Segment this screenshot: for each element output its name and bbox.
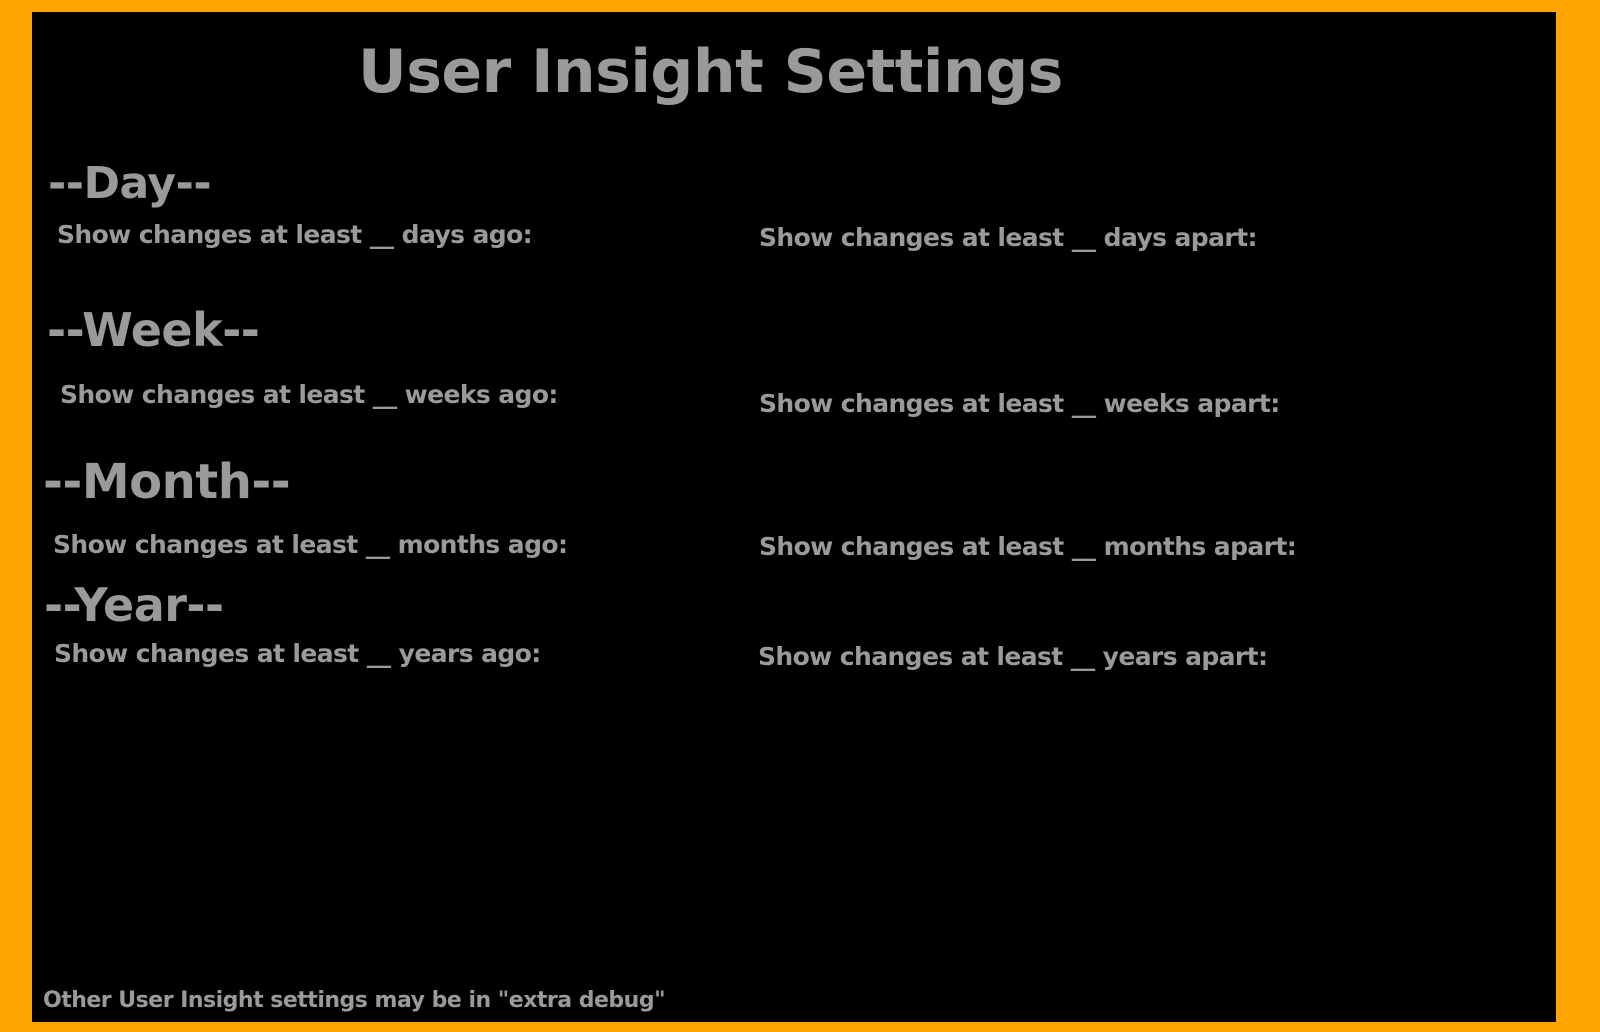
day-changes-apart-setting[interactable]: Show changes at least __ days apart: bbox=[759, 225, 1257, 250]
settings-panel: User Insight Settings --Day-- Show chang… bbox=[32, 12, 1556, 1022]
page-title: User Insight Settings bbox=[358, 37, 1063, 107]
year-changes-apart-setting[interactable]: Show changes at least __ years apart: bbox=[758, 644, 1268, 669]
section-heading-week: --Week-- bbox=[47, 303, 260, 357]
year-changes-ago-setting[interactable]: Show changes at least __ years ago: bbox=[54, 641, 541, 666]
day-changes-ago-setting[interactable]: Show changes at least __ days ago: bbox=[57, 222, 533, 247]
month-changes-ago-setting[interactable]: Show changes at least __ months ago: bbox=[53, 532, 568, 557]
month-changes-apart-setting[interactable]: Show changes at least __ months apart: bbox=[759, 534, 1297, 559]
week-changes-apart-setting[interactable]: Show changes at least __ weeks apart: bbox=[759, 391, 1280, 416]
section-heading-month: --Month-- bbox=[43, 454, 291, 510]
section-heading-day: --Day-- bbox=[48, 158, 212, 209]
week-changes-ago-setting[interactable]: Show changes at least __ weeks ago: bbox=[60, 382, 558, 407]
section-heading-year: --Year-- bbox=[44, 578, 224, 632]
footer-note: Other User Insight settings may be in "e… bbox=[43, 988, 666, 1013]
